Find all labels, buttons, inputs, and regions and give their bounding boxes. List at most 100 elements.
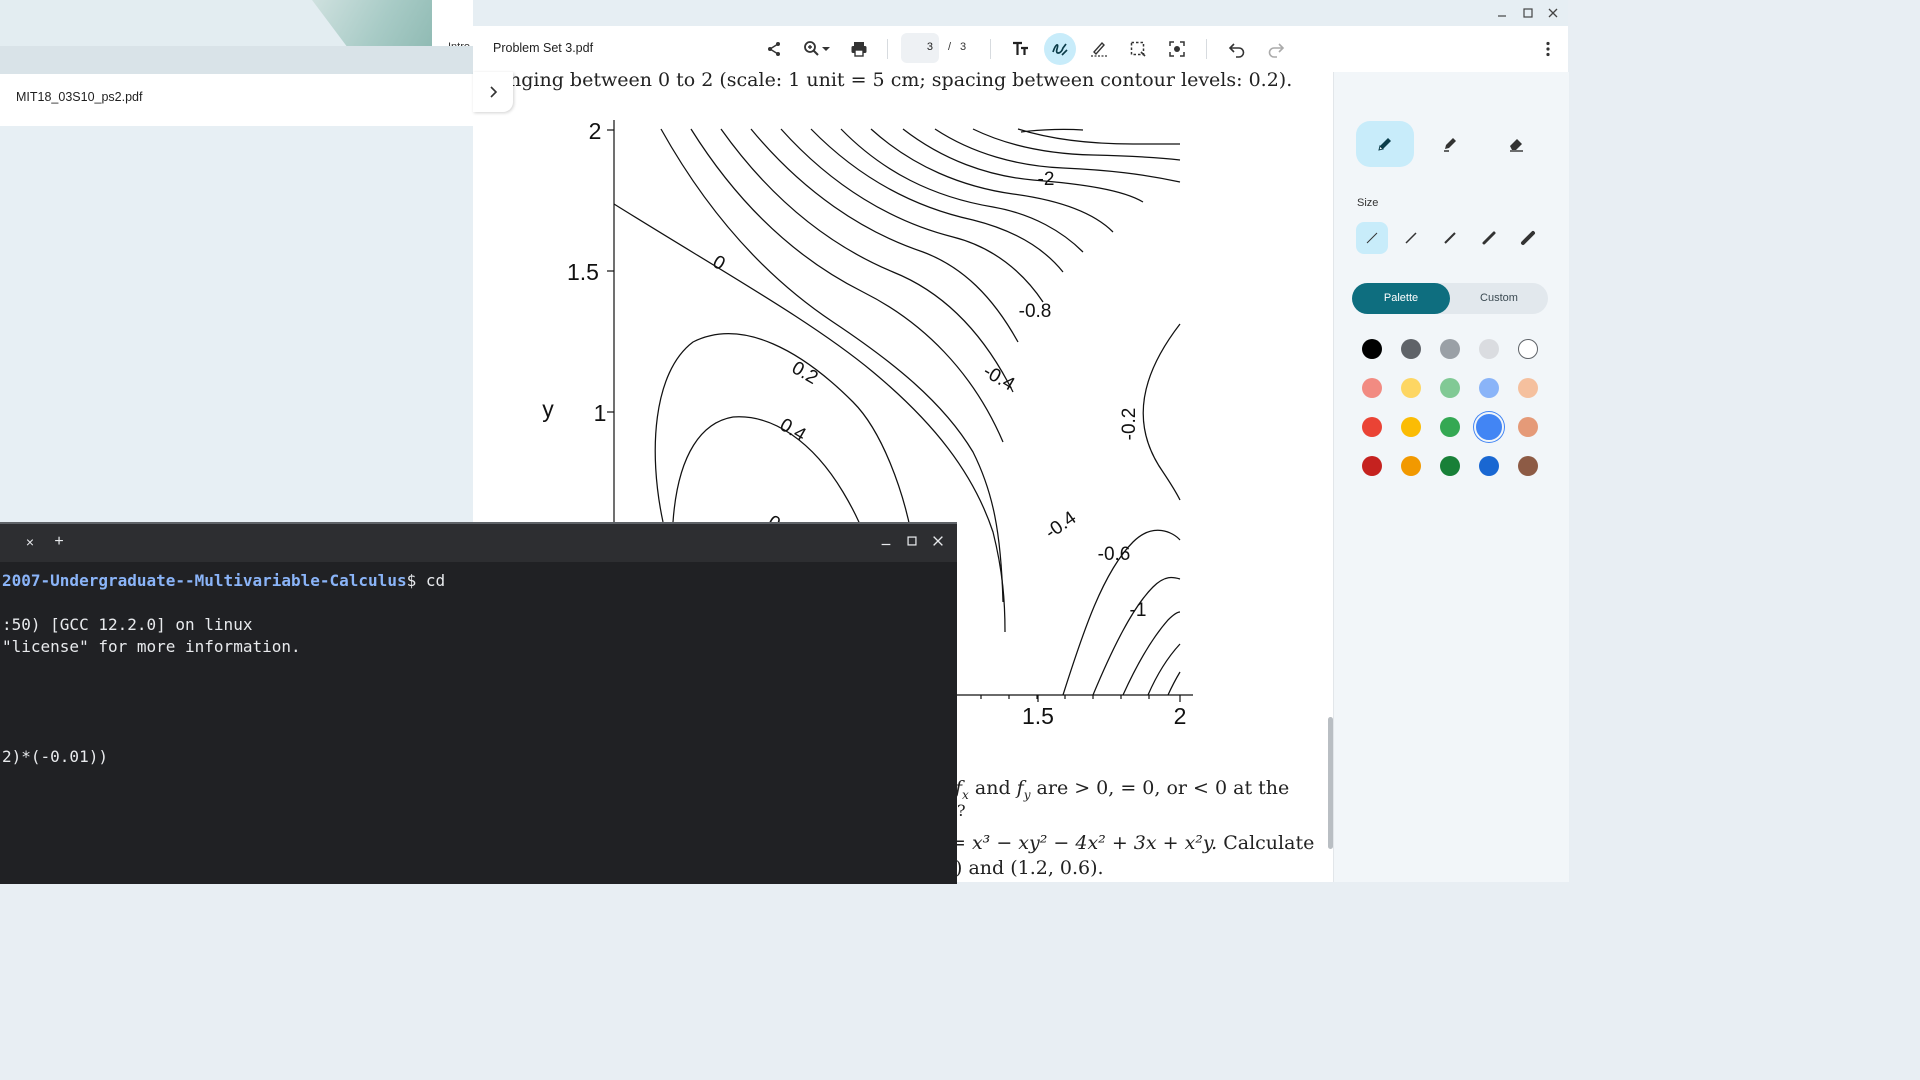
- color-swatch[interactable]: [1362, 339, 1382, 359]
- text-annotation-button[interactable]: [1005, 33, 1037, 65]
- stroke-size-icon: [1482, 231, 1496, 245]
- size-option-2[interactable]: [1395, 222, 1427, 254]
- draw-button[interactable]: [1044, 33, 1076, 65]
- undo-button[interactable]: [1221, 33, 1253, 65]
- custom-tab[interactable]: Custom: [1450, 283, 1548, 314]
- stroke-size-icon: [1521, 231, 1535, 245]
- contour-line: [1142, 323, 1181, 501]
- formula-fy: f: [1016, 777, 1024, 799]
- formula-fx-sub: x: [962, 787, 969, 802]
- more-options-button[interactable]: [1532, 33, 1564, 65]
- terminal-minimize-icon[interactable]: [877, 534, 895, 551]
- terminal-output[interactable]: 2007-Undergraduate--Multivariable-Calcul…: [0, 562, 957, 884]
- screenshot-button[interactable]: [1161, 33, 1193, 65]
- zoom-button[interactable]: [795, 33, 839, 65]
- minimize-icon[interactable]: [1494, 5, 1510, 21]
- contour-label: -2: [1038, 169, 1055, 190]
- select-area-button[interactable]: [1122, 33, 1154, 65]
- zoom-icon: [804, 41, 819, 56]
- pdf-text-question: fx and fy are > 0, = 0, or < 0 at the: [955, 777, 1289, 802]
- pdf-text-and: and: [974, 777, 1011, 799]
- chevron-right-icon: [490, 86, 498, 98]
- color-swatch[interactable]: [1440, 417, 1460, 437]
- contour-line: [1017, 128, 1180, 145]
- color-swatch[interactable]: [1440, 339, 1460, 359]
- palette-tab[interactable]: Palette: [1352, 283, 1450, 314]
- color-swatch[interactable]: [1362, 417, 1382, 437]
- color-swatch[interactable]: [1401, 417, 1421, 437]
- y-tick-label: 2: [589, 118, 602, 144]
- color-swatch[interactable]: [1518, 417, 1538, 437]
- page-number-input[interactable]: 3: [901, 33, 939, 63]
- size-option-4[interactable]: [1473, 222, 1505, 254]
- print-button[interactable]: [843, 33, 875, 65]
- color-swatch[interactable]: [1401, 339, 1421, 359]
- color-swatch[interactable]: [1479, 339, 1499, 359]
- contour-label: -0.2: [1119, 408, 1140, 441]
- color-swatch[interactable]: [1479, 378, 1499, 398]
- color-swatch[interactable]: [1474, 412, 1504, 442]
- contour-label: 0: [709, 251, 729, 274]
- highlighter-tool-button[interactable]: [1421, 121, 1479, 167]
- page-total: 3: [960, 41, 967, 53]
- eraser-icon: [1510, 139, 1523, 152]
- file-list-item[interactable]: MIT18_03S10_ps2.pdf: [0, 74, 475, 126]
- page-separator: /: [948, 41, 952, 53]
- contour-label: 0.2: [788, 358, 821, 389]
- redo-button[interactable]: [1260, 33, 1292, 65]
- contour-line: [1167, 671, 1181, 696]
- signature-button[interactable]: [1083, 33, 1115, 65]
- terminal-close-icon[interactable]: [929, 534, 947, 551]
- title-bar: [473, 0, 1568, 26]
- color-swatch[interactable]: [1362, 378, 1382, 398]
- pdf-text-formula: = x³ − xy² − 4x² + 3x + x²y. Calculate: [950, 832, 1314, 854]
- new-tab-icon[interactable]: +: [50, 533, 68, 551]
- document-title: Problem Set 3.pdf: [493, 41, 594, 55]
- color-swatch[interactable]: [1401, 456, 1421, 476]
- screenshot-icon: [1169, 41, 1185, 57]
- background-tab[interactable]: Intro: [432, 0, 475, 53]
- chevron-down-icon: [822, 47, 830, 51]
- terminal-line: "license" for more information.: [2, 637, 301, 656]
- formula-equation: = x³ − xy² − 4x² + 3x + x²y.: [950, 832, 1218, 854]
- color-swatch[interactable]: [1518, 378, 1538, 398]
- terminal-line: 2)*(-0.01)): [2, 747, 108, 766]
- contour-line: [1020, 128, 1084, 133]
- pdf-toolbar: Problem Set 3.pdf 3 / 3: [473, 26, 1568, 73]
- more-icon: [1546, 41, 1550, 57]
- size-option-5[interactable]: [1512, 222, 1544, 254]
- color-swatch[interactable]: [1440, 378, 1460, 398]
- color-swatch[interactable]: [1440, 456, 1460, 476]
- print-icon: [851, 42, 867, 57]
- pen-icon: [1378, 138, 1391, 151]
- sidebar-toggle-button[interactable]: [473, 72, 513, 112]
- terminal-maximize-icon[interactable]: [903, 534, 921, 551]
- size-option-3[interactable]: [1434, 222, 1466, 254]
- terminal-command: $ cd: [406, 571, 446, 590]
- contour-label: -1: [1130, 600, 1147, 621]
- color-swatch[interactable]: [1479, 456, 1499, 476]
- share-button[interactable]: [758, 33, 790, 65]
- pdf-text-calculate: Calculate: [1223, 832, 1315, 854]
- color-swatch[interactable]: [1518, 339, 1538, 359]
- color-swatch[interactable]: [1401, 378, 1421, 398]
- formula-fy-sub: y: [1023, 787, 1031, 802]
- size-option-1[interactable]: [1356, 222, 1388, 254]
- signature-icon: [1091, 41, 1107, 57]
- maximize-icon[interactable]: [1520, 5, 1536, 21]
- y-axis-label: y: [542, 396, 554, 422]
- draw-icon: [1052, 43, 1068, 56]
- contour-line: [720, 128, 1014, 393]
- contour-line: [780, 128, 1044, 303]
- color-swatch[interactable]: [1518, 456, 1538, 476]
- color-swatch[interactable]: [1362, 456, 1382, 476]
- eraser-tool-button[interactable]: [1487, 121, 1545, 167]
- close-icon[interactable]: [1545, 5, 1561, 21]
- size-label: Size: [1357, 197, 1379, 209]
- close-tab-icon[interactable]: ×: [21, 534, 39, 550]
- terminal-line-prompt: 2007-Undergraduate--Multivariable-Calcul…: [2, 571, 445, 590]
- toolbar-divider: [1206, 39, 1207, 59]
- highlighter-icon: [1444, 138, 1456, 152]
- contour-line: [934, 128, 1181, 183]
- pen-tool-button[interactable]: [1356, 121, 1414, 167]
